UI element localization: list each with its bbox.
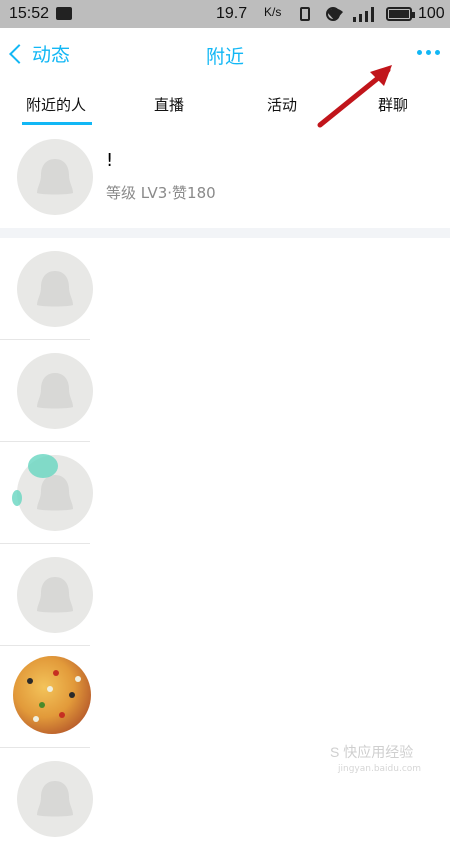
- signal-icon: [353, 7, 374, 22]
- message-icon: [56, 7, 72, 20]
- active-tab-indicator: [22, 122, 92, 125]
- network-speed-unit: K/s: [264, 5, 282, 19]
- pizza-avatar: [13, 656, 91, 734]
- list-item[interactable]: [0, 238, 93, 340]
- tab-nearby-people[interactable]: 附近的人: [26, 94, 86, 115]
- user-name: !: [106, 150, 114, 171]
- status-time: 15:52: [9, 5, 50, 22]
- battery-level: 100: [418, 5, 445, 22]
- battery-icon: [386, 7, 415, 21]
- tab-events[interactable]: 活动: [267, 94, 297, 115]
- list-item[interactable]: [0, 544, 93, 646]
- list-item[interactable]: [0, 748, 93, 850]
- section-divider: [0, 228, 450, 238]
- decoration: [28, 454, 58, 478]
- list-item[interactable]: [0, 340, 93, 442]
- avatar: [17, 353, 93, 429]
- user-level: 等级 LV3·赞180: [106, 184, 216, 202]
- more-dots-icon: [417, 50, 422, 55]
- decoration: [12, 490, 22, 506]
- watermark-text: S 快应用经验: [330, 744, 414, 760]
- tab-live[interactable]: 直播: [154, 94, 184, 115]
- status-bar: 15:52 19.7 K/s 100: [0, 0, 450, 28]
- annotation-arrow-icon: [317, 65, 392, 128]
- watermark-url: jingyan.baidu.com: [338, 764, 422, 774]
- avatar: [17, 557, 93, 633]
- network-speed: 19.7: [216, 5, 248, 22]
- vibrate-icon: [300, 7, 310, 21]
- wifi-icon: [327, 8, 343, 21]
- avatar: [17, 251, 93, 327]
- more-options-button[interactable]: [417, 50, 440, 55]
- avatar: [17, 761, 93, 837]
- avatar: [17, 139, 93, 215]
- list-item[interactable]: ! 等级 LV3·赞180: [0, 126, 450, 228]
